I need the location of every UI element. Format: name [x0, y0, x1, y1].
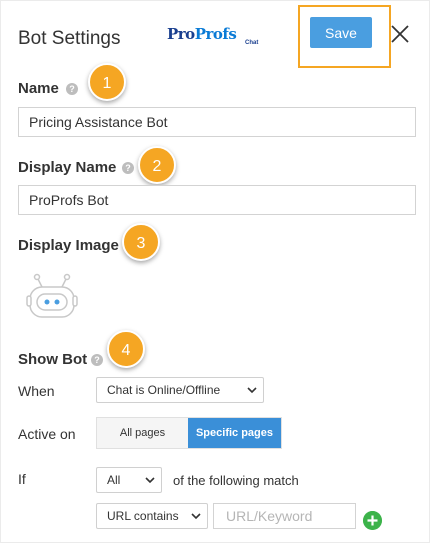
- url-keyword-input[interactable]: URL/Keyword: [213, 503, 356, 529]
- display-name-input[interactable]: ProProfs Bot: [18, 185, 416, 215]
- step-badge-1: 1: [88, 63, 126, 101]
- if-label: If: [18, 471, 26, 487]
- page-title: Bot Settings: [18, 28, 121, 49]
- when-label: When: [18, 383, 55, 399]
- help-icon[interactable]: ?: [91, 354, 103, 366]
- rule-type-value: URL contains: [107, 509, 179, 523]
- close-icon[interactable]: [389, 23, 411, 45]
- chevron-down-icon: [191, 513, 201, 520]
- save-button[interactable]: Save: [310, 17, 372, 48]
- help-icon[interactable]: ?: [66, 83, 78, 95]
- add-rule-icon[interactable]: [363, 511, 382, 530]
- bot-name-input[interactable]: Pricing Assistance Bot: [18, 107, 416, 137]
- display-name-label: Display Name: [18, 159, 117, 176]
- step-badge-3: 3: [122, 223, 160, 261]
- bot-avatar-icon[interactable]: [24, 267, 80, 323]
- toggle-all-pages[interactable]: All pages: [97, 418, 188, 448]
- bot-settings-panel: Bot Settings ProProfs Chat Save Name ? 1…: [0, 0, 430, 543]
- if-match-select[interactable]: All: [96, 467, 162, 493]
- name-label: Name: [18, 80, 59, 97]
- if-match-value: All: [107, 473, 121, 487]
- toggle-specific-pages[interactable]: Specific pages: [188, 418, 281, 448]
- logo-subtitle: Chat: [245, 40, 259, 46]
- when-select[interactable]: Chat is Online/Offline: [96, 377, 264, 403]
- step-badge-4: 4: [107, 330, 145, 368]
- match-suffix-text: of the following match: [173, 473, 299, 488]
- logo-word-part-b: Profs: [194, 25, 237, 43]
- proprofs-chat-logo: ProProfs Chat: [167, 25, 267, 51]
- chevron-down-icon: [247, 387, 257, 394]
- step-badge-2: 2: [138, 146, 176, 184]
- display-image-label: Display Image: [18, 237, 119, 254]
- show-bot-label: Show Bot: [18, 351, 88, 368]
- active-on-label: Active on: [18, 426, 76, 442]
- logo-word-part-a: Pro: [167, 25, 195, 43]
- help-icon[interactable]: ?: [122, 162, 134, 174]
- active-on-toggle: All pages Specific pages: [96, 417, 282, 449]
- rule-type-select[interactable]: URL contains: [96, 503, 208, 529]
- when-select-value: Chat is Online/Offline: [107, 383, 221, 397]
- chevron-down-icon: [145, 477, 155, 484]
